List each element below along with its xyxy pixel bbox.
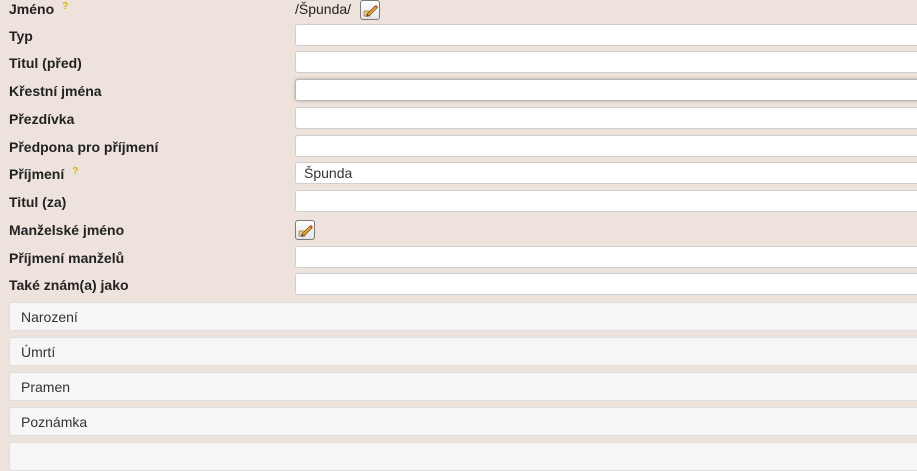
section-label: Pramen <box>21 379 71 395</box>
row-manzelske-jmeno: Manželské jméno <box>0 218 917 245</box>
label-titul-za: Titul (za) <box>9 194 67 210</box>
edit-married-name-button[interactable] <box>295 220 315 240</box>
help-icon[interactable]: ? <box>72 166 78 177</box>
label-typ: Typ <box>9 28 33 44</box>
section-umrti[interactable]: Úmrtí <box>9 337 917 366</box>
row-typ: Typ <box>0 24 917 51</box>
row-predpona: Předpona pro příjmení <box>0 135 917 162</box>
take-znam-input[interactable] <box>295 273 917 295</box>
pencil-edit-icon <box>363 5 378 17</box>
section-narozeni[interactable]: Narození <box>9 302 917 331</box>
prijmeni-input[interactable] <box>295 162 917 184</box>
edit-name-button[interactable] <box>360 0 380 20</box>
label-krestni-jmena: Křestní jména <box>9 83 102 99</box>
krestni-jmena-input[interactable] <box>295 79 917 101</box>
titul-za-input[interactable] <box>295 190 917 212</box>
row-titul-pred: Titul (před) <box>0 51 917 78</box>
row-take-znam: Také znám(a) jako <box>0 273 917 300</box>
typ-input[interactable] <box>295 24 917 46</box>
label-prezdivka: Přezdívka <box>9 111 75 127</box>
titul-pred-input[interactable] <box>295 51 917 73</box>
section-more[interactable] <box>9 442 917 471</box>
predpona-input[interactable] <box>295 135 917 157</box>
section-poznamka[interactable]: Poznámka <box>9 407 917 436</box>
section-label: Úmrtí <box>21 344 56 360</box>
section-label: Poznámka <box>21 414 88 430</box>
row-prezdivka: Přezdívka <box>0 107 917 134</box>
label-prijmeni-manzelu: Příjmení manželů <box>9 250 125 266</box>
section-label: Narození <box>21 309 78 325</box>
prijmeni-manzelu-input[interactable] <box>295 246 917 268</box>
prezdivka-input[interactable] <box>295 107 917 129</box>
label-take-znam: Také znám(a) jako <box>9 277 129 293</box>
help-icon[interactable]: ? <box>62 1 68 12</box>
row-prijmeni-manzelu: Příjmení manželů <box>0 246 917 273</box>
label-predpona: Předpona pro příjmení <box>9 139 159 155</box>
label-manzelske-jmeno: Manželské jméno <box>9 222 125 238</box>
name-display: /Špunda/ <box>295 1 352 17</box>
row-krestni-jmena: Křestní jména <box>0 79 917 106</box>
label-jmeno: Jméno? <box>9 1 69 17</box>
row-titul-za: Titul (za) <box>0 190 917 217</box>
label-prijmeni: Příjmení? <box>9 166 79 182</box>
row-prijmeni: Příjmení? <box>0 162 917 189</box>
section-pramen[interactable]: Pramen <box>9 372 917 401</box>
row-jmeno: Jméno? /Špunda/ <box>0 0 917 27</box>
label-titul-pred: Titul (před) <box>9 55 82 71</box>
pencil-edit-icon <box>298 225 313 237</box>
